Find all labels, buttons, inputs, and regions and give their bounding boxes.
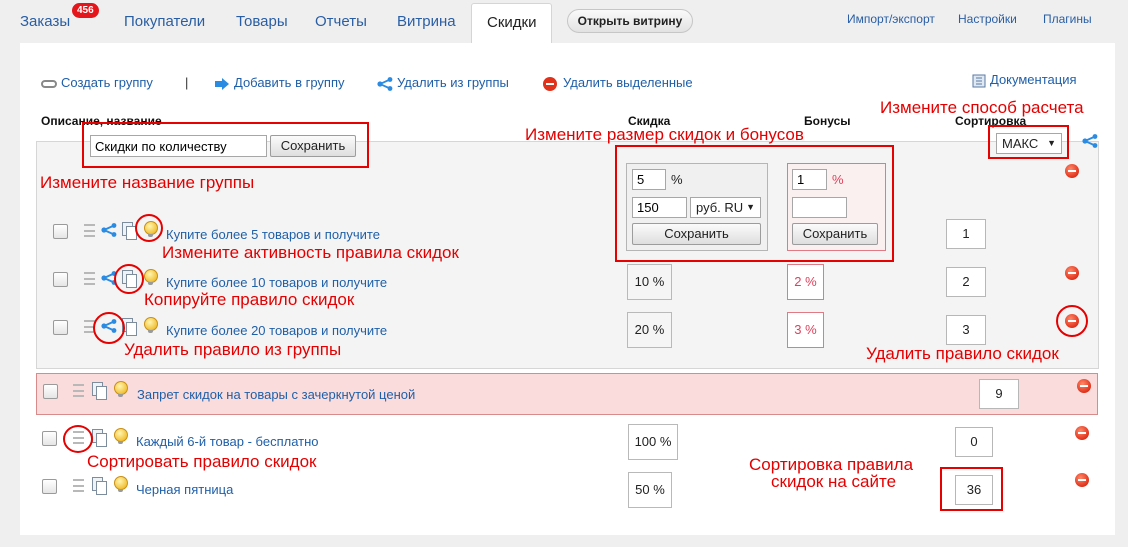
col-bonuses: Бонусы — [804, 114, 851, 128]
tab-reports-label: Отчеты — [315, 13, 367, 30]
delete-icon — [543, 76, 557, 91]
highlight-discount-size — [615, 145, 894, 262]
annotation-calc-method: Измените способ расчета — [880, 98, 1084, 117]
drag-handle-icon[interactable] — [73, 479, 84, 492]
arrow-right-icon — [215, 77, 229, 90]
tab-reports[interactable]: Отчеты — [315, 13, 367, 30]
annotation-sort-rule: Сортировать правило скидок — [87, 452, 317, 471]
rule-link[interactable]: Каждый 6-й товар - бесплатно — [136, 434, 319, 449]
delete-rule-icon[interactable] — [1065, 266, 1079, 280]
sort-input[interactable]: 1 — [946, 219, 986, 249]
tab-customers-label: Покупатели — [124, 13, 206, 30]
rule-checkbox[interactable] — [42, 431, 57, 446]
activity-bulb-icon[interactable] — [144, 269, 158, 285]
annotation-group-name: Измените название группы — [40, 173, 255, 192]
tab-products-label: Товары — [236, 13, 288, 30]
toolbar-separator: | — [185, 75, 189, 90]
annotation-copy: Копируйте правило скидок — [144, 290, 355, 309]
bonus-value[interactable]: 3 % — [787, 312, 824, 348]
share-icon — [377, 76, 393, 91]
remove-from-group-label: Удалить из группы — [397, 75, 509, 90]
highlight-site-sort — [940, 467, 1003, 511]
copy-rule-icon[interactable] — [92, 429, 107, 447]
open-storefront-button[interactable]: Открыть витрину — [567, 9, 693, 33]
annotation-site-sort-line2: скидок на сайте — [771, 472, 897, 491]
tab-orders[interactable]: Заказы — [20, 13, 70, 30]
documentation-link[interactable]: Документация — [972, 72, 1077, 88]
tab-discounts-label: Скидки — [487, 14, 537, 31]
sort-input[interactable]: 2 — [946, 267, 986, 297]
add-to-group-label: Добавить в группу — [234, 75, 345, 90]
discount-value[interactable]: 50 % — [628, 472, 672, 508]
rule-checkbox[interactable] — [53, 272, 68, 287]
create-group-label: Создать группу — [61, 75, 153, 90]
copy-rule-icon[interactable] — [122, 222, 137, 240]
highlight-sort-handle — [63, 425, 93, 453]
tab-discounts[interactable]: Скидки — [471, 3, 553, 44]
tab-storefront-label: Витрина — [397, 13, 456, 30]
sort-input[interactable]: 3 — [946, 315, 986, 345]
add-to-group-button[interactable]: Добавить в группу — [214, 75, 345, 90]
plugins-link[interactable]: Плагины — [1043, 12, 1092, 26]
tab-storefront[interactable]: Витрина — [397, 13, 456, 30]
delete-group-icon[interactable] — [1065, 164, 1079, 178]
tab-orders-label: Заказы — [20, 13, 71, 30]
documentation-label: Документация — [990, 72, 1077, 87]
rule-link[interactable]: Купите более 10 товаров и получите — [166, 275, 387, 290]
annotation-discount-size: Измените размер скидок и бонусов — [525, 125, 804, 144]
sort-input[interactable]: 9 — [979, 379, 1019, 409]
discount-value[interactable]: 20 % — [627, 312, 672, 348]
remove-from-group-icon[interactable] — [101, 223, 117, 237]
group-share-icon[interactable] — [1082, 134, 1098, 148]
delete-rule-icon[interactable] — [1075, 473, 1089, 487]
tab-products[interactable]: Товары — [236, 13, 288, 30]
discount-value[interactable]: 100 % — [628, 424, 678, 460]
activity-bulb-icon[interactable] — [114, 381, 128, 397]
tab-customers[interactable]: Покупатели — [124, 13, 205, 30]
bonus-value[interactable]: 2 % — [787, 264, 824, 300]
drag-handle-icon[interactable] — [84, 224, 95, 237]
highlight-delete-rule — [1056, 305, 1088, 337]
discount-value[interactable]: 10 % — [627, 264, 672, 300]
highlight-copy — [114, 264, 144, 294]
rule-link[interactable]: Черная пятница — [136, 482, 233, 497]
activity-bulb-icon[interactable] — [114, 428, 128, 444]
link-icon — [41, 79, 57, 88]
rule-link[interactable]: Купите более 20 товаров и получите — [166, 323, 387, 338]
book-icon — [972, 74, 986, 88]
highlight-remove-from-group — [93, 312, 125, 344]
highlight-calc-method — [988, 125, 1069, 159]
rule-checkbox[interactable] — [43, 384, 58, 399]
activity-bulb-icon[interactable] — [114, 476, 128, 492]
annotation-activity: Измените активность правила скидок — [162, 243, 459, 262]
delete-rule-icon[interactable] — [1077, 379, 1091, 393]
delete-rule-icon[interactable] — [1075, 426, 1089, 440]
remove-from-group-button[interactable]: Удалить из группы — [377, 75, 509, 91]
drag-handle-icon[interactable] — [73, 384, 84, 397]
delete-selected-label: Удалить выделенные — [563, 75, 693, 90]
annotation-remove-from-group: Удалить правило из группы — [124, 340, 342, 359]
highlight-activity — [135, 214, 163, 242]
drag-handle-icon[interactable] — [84, 272, 95, 285]
rule-checkbox[interactable] — [53, 224, 68, 239]
sort-input[interactable]: 0 — [955, 427, 993, 457]
rule-checkbox[interactable] — [53, 320, 68, 335]
rule-link[interactable]: Купите более 5 товаров и получите — [166, 227, 380, 242]
settings-link[interactable]: Настройки — [958, 12, 1017, 26]
import-export-link[interactable]: Импорт/экспорт — [847, 12, 935, 26]
rule-link[interactable]: Запрет скидок на товары с зачеркнутой це… — [137, 387, 415, 402]
delete-selected-button[interactable]: Удалить выделенные — [543, 75, 693, 91]
orders-count-badge: 456 — [72, 3, 99, 18]
activity-bulb-icon[interactable] — [144, 317, 158, 333]
copy-rule-icon[interactable] — [92, 477, 107, 495]
create-group-button[interactable]: Создать группу — [41, 75, 153, 90]
rule-checkbox[interactable] — [42, 479, 57, 494]
highlight-group-name — [82, 122, 369, 168]
copy-rule-icon[interactable] — [92, 382, 107, 400]
annotation-delete-rule: Удалить правило скидок — [866, 344, 1059, 363]
